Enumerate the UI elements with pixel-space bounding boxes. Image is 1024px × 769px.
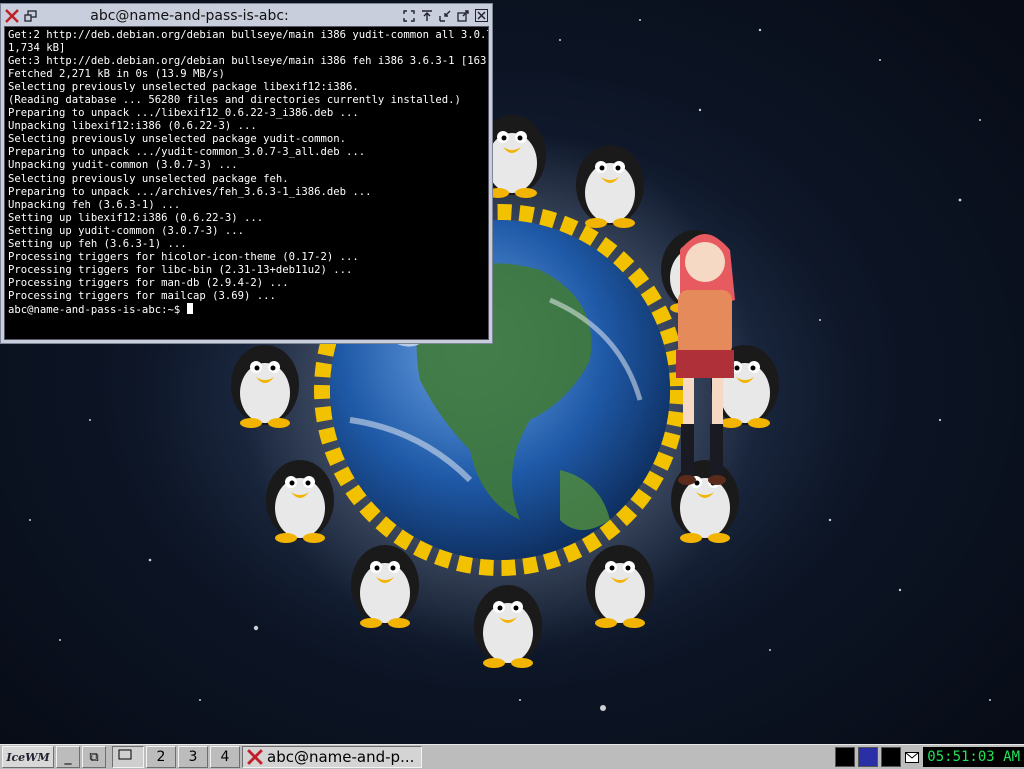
- window-title: abc@name-and-pass-is-abc:: [90, 7, 289, 24]
- expand-icon[interactable]: [454, 7, 472, 24]
- xterm-x-icon: [247, 749, 263, 765]
- terminal-titlebar[interactable]: abc@name-and-pass-is-abc:: [3, 6, 490, 25]
- mail-icon[interactable]: [904, 747, 920, 767]
- terminal-line: Unpacking yudit-common (3.0.7-3) ...: [8, 159, 238, 172]
- terminal-line: Selecting previously unselected package …: [8, 172, 289, 185]
- raise-top-icon[interactable]: [418, 7, 436, 24]
- workspace-4-button[interactable]: 4: [210, 746, 240, 768]
- terminal-line: Setting up feh (3.6.3-1) ...: [8, 237, 187, 250]
- workspace-preview-icon: [118, 749, 132, 760]
- terminal-line: Selecting previously unselected package …: [8, 133, 347, 146]
- terminal-line: Preparing to unpack .../archives/feh_3.6…: [8, 185, 372, 198]
- terminal-line: 1,734 kB]: [8, 42, 66, 55]
- network-monitor-icon[interactable]: [881, 747, 902, 767]
- terminal-line: Get:3 http://deb.debian.org/debian bulls…: [8, 55, 489, 68]
- terminal-prompt: abc@name-and-pass-is-abc:~$: [8, 303, 187, 316]
- system-tray: 05:51:03 AM: [832, 745, 1024, 769]
- cpu-monitor-icon[interactable]: [858, 747, 879, 767]
- terminal-line: Processing triggers for libc-bin (2.31-1…: [8, 263, 353, 276]
- terminal-line: Processing triggers for man-db (2.9.4-2)…: [8, 276, 289, 289]
- terminal-line: Fetched 2,271 kB in 0s (13.9 MB/s): [8, 68, 225, 81]
- terminal-window[interactable]: abc@name-and-pass-is-abc: Get:2 http://d…: [0, 3, 493, 344]
- fullscreen-icon[interactable]: [400, 7, 418, 24]
- workspace-2-button[interactable]: 2: [146, 746, 176, 768]
- window-list-button[interactable]: ⧉: [82, 746, 106, 768]
- show-desktop-button[interactable]: _: [56, 746, 80, 768]
- workspace-1-button[interactable]: [112, 746, 144, 768]
- terminal-line: Preparing to unpack .../yudit-common_3.0…: [8, 146, 366, 159]
- terminal-line: Processing triggers for hicolor-icon-the…: [8, 250, 359, 263]
- terminal-line: Selecting previously unselected package …: [8, 81, 359, 94]
- start-menu-button[interactable]: IceWM: [2, 746, 54, 768]
- clock[interactable]: 05:51:03 AM: [923, 747, 1024, 767]
- task-label: abc@name-and-p...: [267, 748, 415, 766]
- workspace-3-button[interactable]: 3: [178, 746, 208, 768]
- taskbar: IceWM _ ⧉ 2 3 4 abc@name-and-p... 05:51:…: [0, 744, 1024, 769]
- terminal-line: Setting up yudit-common (3.0.7-3) ...: [8, 224, 244, 237]
- terminal-line: Get:2 http://deb.debian.org/debian bulls…: [8, 29, 489, 41]
- terminal-line: Unpacking feh (3.6.3-1) ...: [8, 198, 181, 211]
- taskbar-terminal-task[interactable]: abc@name-and-p...: [242, 746, 422, 768]
- terminal-line: Preparing to unpack .../libexif12_0.6.22…: [8, 107, 359, 120]
- terminal-text: Get:2 http://deb.debian.org/debian bulls…: [5, 27, 488, 319]
- terminal-line: Processing triggers for mailcap (3.69) .…: [8, 289, 276, 302]
- terminal-line: Setting up libexif12:i386 (0.6.22-3) ...: [8, 211, 264, 224]
- terminal-line: Unpacking libexif12:i386 (0.6.22-3) ...: [8, 120, 257, 133]
- iconify-icon[interactable]: [21, 7, 39, 24]
- tray-monitor-icon[interactable]: [835, 747, 856, 767]
- close-icon[interactable]: [472, 7, 490, 24]
- terminal-output[interactable]: Get:2 http://deb.debian.org/debian bulls…: [4, 26, 489, 340]
- xterm-x-icon[interactable]: [3, 7, 21, 24]
- terminal-cursor: [186, 302, 193, 314]
- terminal-prompt-line[interactable]: abc@name-and-pass-is-abc:~$: [8, 302, 485, 317]
- terminal-line: (Reading database ... 56280 files and di…: [8, 94, 461, 107]
- shrink-icon[interactable]: [436, 7, 454, 24]
